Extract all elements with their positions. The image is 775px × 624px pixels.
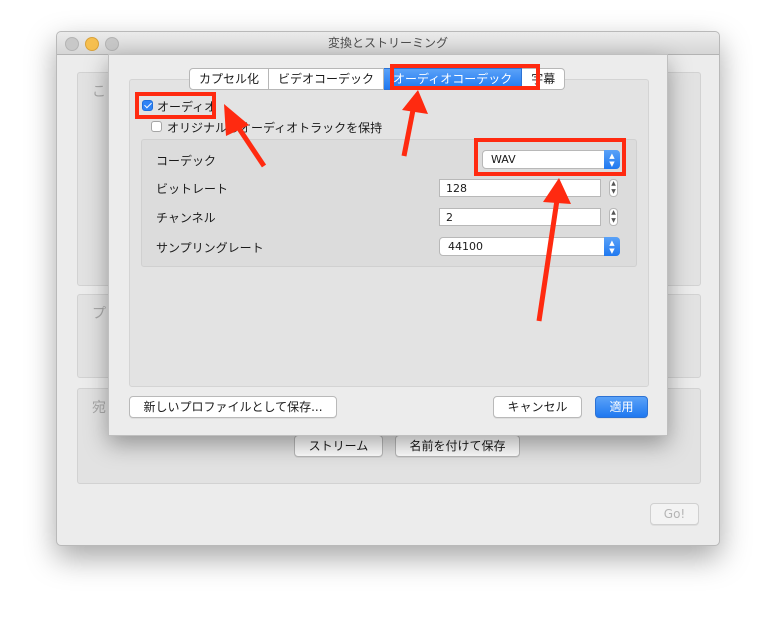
arrow-to-codec-select [536, 199, 560, 322]
arrowhead-audio-checkbox [224, 104, 249, 136]
arrowhead-codec-select [543, 178, 571, 204]
arrow-to-audio-tab [401, 109, 416, 157]
arrow-to-audio-checkbox [233, 122, 267, 168]
annotation-arrows [224, 90, 571, 322]
arrowhead-audio-tab [402, 90, 428, 114]
